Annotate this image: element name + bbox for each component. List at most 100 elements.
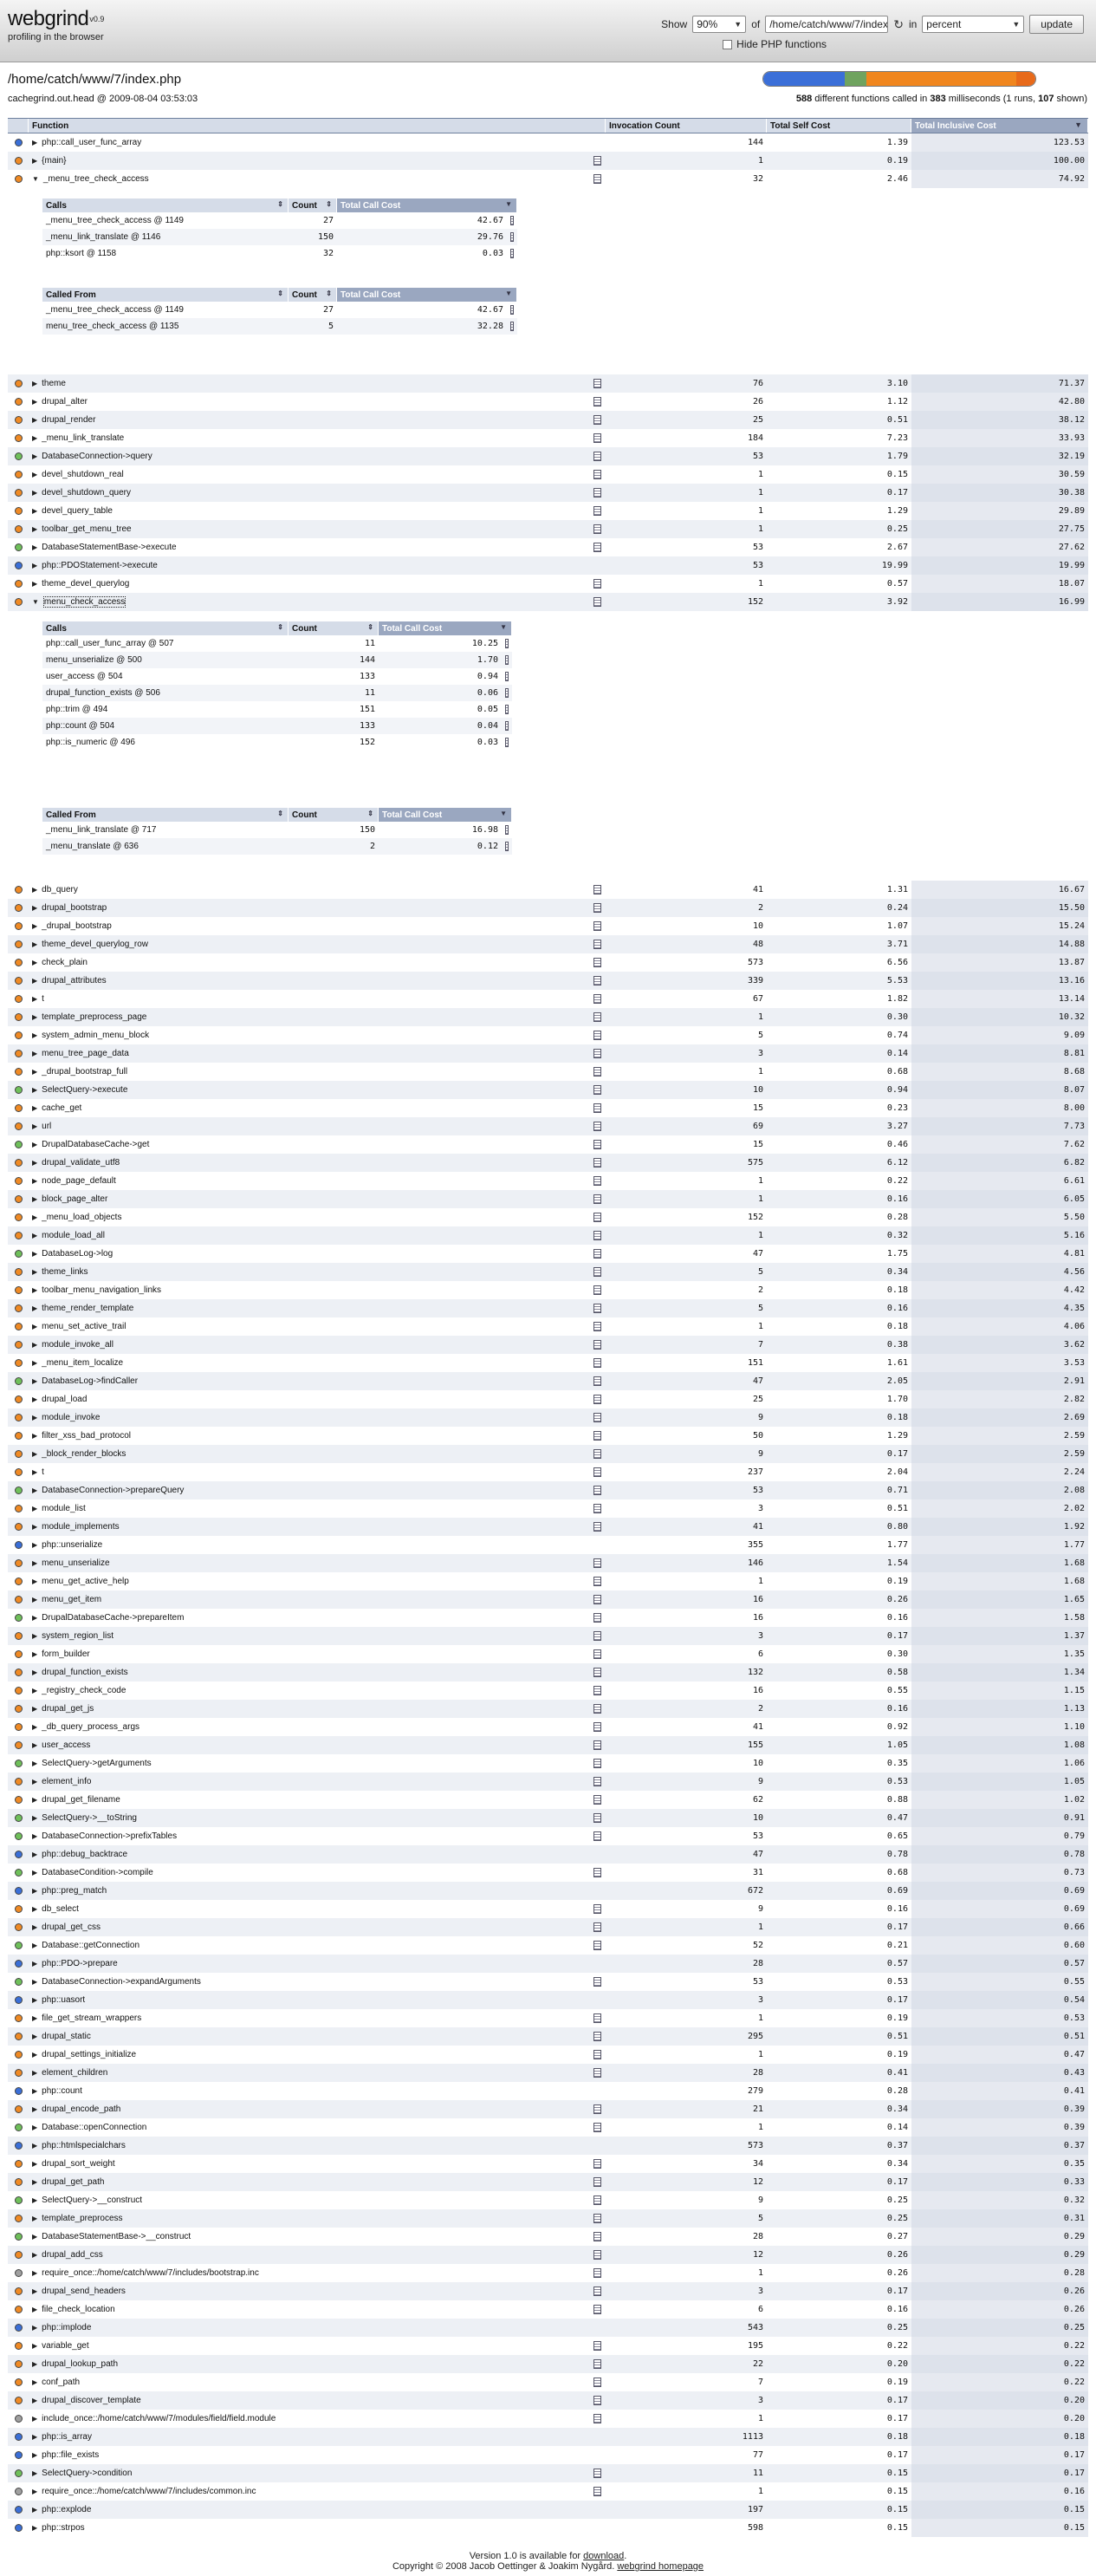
collapsed-triangle-icon[interactable]: ▶ (32, 940, 37, 948)
open-file-icon[interactable] (593, 2268, 601, 2278)
collapsed-triangle-icon[interactable]: ▶ (32, 1195, 37, 1203)
open-file-icon[interactable] (593, 1031, 601, 1040)
open-file-icon[interactable] (593, 1267, 601, 1277)
function-cell[interactable]: ▶ menu_unserialize (29, 1554, 606, 1572)
collapsed-triangle-icon[interactable]: ▶ (32, 2488, 37, 2495)
table-row[interactable]: ▶ system_admin_menu_block 5 0.74 9.09 (8, 1026, 1088, 1044)
call-site-name[interactable]: _menu_translate @ 636 (42, 838, 289, 855)
collapsed-triangle-icon[interactable]: ▶ (32, 1122, 37, 1130)
subtable-column-header[interactable]: Total Call Cost ▼ (379, 621, 512, 635)
open-file-icon[interactable] (593, 2487, 601, 2496)
collapsed-triangle-icon[interactable]: ▶ (32, 1796, 37, 1804)
open-file-icon[interactable] (593, 1813, 601, 1823)
collapsed-triangle-icon[interactable]: ▶ (32, 1960, 37, 1968)
table-row[interactable]: ▶ _block_render_blocks 9 0.17 2.59 (8, 1445, 1088, 1463)
subtable-row[interactable]: user_access @ 504 133 0.94 (42, 668, 512, 685)
call-site-name[interactable]: user_access @ 504 (42, 668, 289, 685)
collapsed-triangle-icon[interactable]: ▶ (32, 2087, 37, 2095)
function-cell[interactable]: ▶ drupal_get_path (29, 2173, 606, 2191)
open-file-icon[interactable] (593, 1176, 601, 1186)
table-row[interactable]: ▶ drupal_load 25 1.70 2.82 (8, 1390, 1088, 1408)
open-file-icon[interactable] (593, 921, 601, 931)
open-file-icon[interactable] (505, 738, 509, 747)
collapsed-triangle-icon[interactable]: ▶ (32, 398, 37, 406)
function-cell[interactable]: ▶ menu_set_active_trail (29, 1317, 606, 1336)
function-cell[interactable]: ▶ system_region_list (29, 1627, 606, 1645)
function-cell[interactable]: ▶ DatabaseConnection->prefixTables (29, 1827, 606, 1845)
table-row[interactable]: ▶ DatabaseLog->log 47 1.75 4.81 (8, 1245, 1088, 1263)
subtable-row[interactable]: menu_tree_check_access @ 1135 5 32.28 (42, 318, 517, 335)
hide-php-checkbox[interactable] (723, 39, 733, 49)
collapsed-triangle-icon[interactable]: ▶ (32, 139, 37, 146)
function-cell[interactable]: ▶ db_select (29, 1900, 606, 1918)
table-row[interactable]: ▶ element_info 9 0.53 1.05 (8, 1773, 1088, 1791)
table-row[interactable]: ▶ SelectQuery->getArguments 10 0.35 1.06 (8, 1754, 1088, 1773)
open-file-icon[interactable] (593, 156, 601, 166)
function-cell[interactable]: ▶ DatabaseLog->findCaller (29, 1372, 606, 1390)
function-cell[interactable]: ▶ theme_devel_querylog_row (29, 935, 606, 953)
subtable-row[interactable]: php::is_numeric @ 496 152 0.03 (42, 734, 512, 751)
collapsed-triangle-icon[interactable]: ▶ (32, 1541, 37, 1549)
subtable-column-header[interactable]: Count ⇕ (289, 808, 379, 822)
function-cell[interactable]: ▶ SelectQuery->getArguments (29, 1754, 606, 1773)
collapsed-triangle-icon[interactable]: ▶ (32, 1286, 37, 1294)
open-file-icon[interactable] (593, 1413, 601, 1422)
update-button[interactable]: update (1029, 15, 1084, 34)
subtable-row[interactable]: _menu_link_translate @ 717 150 16.98 (42, 822, 512, 838)
self-cost-column-header[interactable]: Total Self Cost (767, 119, 911, 133)
function-cell[interactable]: ▶ drupal_bootstrap (29, 899, 606, 917)
collapsed-triangle-icon[interactable]: ▶ (32, 1577, 37, 1585)
table-row[interactable]: ▶ php::unserialize 355 1.77 1.77 (8, 1536, 1088, 1554)
table-row[interactable]: ▶ Database::getConnection 52 0.21 0.60 (8, 1936, 1088, 1955)
function-cell[interactable]: ▶ DatabaseConnection->prepareQuery (29, 1481, 606, 1499)
table-row[interactable]: ▶ menu_set_active_trail 1 0.18 4.06 (8, 1317, 1088, 1336)
open-file-icon[interactable] (593, 1740, 601, 1750)
open-file-icon[interactable] (505, 825, 509, 835)
table-row[interactable]: ▶ file_get_stream_wrappers 1 0.19 0.53 (8, 2009, 1088, 2027)
open-file-icon[interactable] (510, 216, 514, 225)
collapsed-triangle-icon[interactable]: ▶ (32, 434, 37, 442)
table-row[interactable]: ▶ menu_get_active_help 1 0.19 1.68 (8, 1572, 1088, 1590)
table-row[interactable]: ▶ drupal_discover_template 3 0.17 0.20 (8, 2391, 1088, 2410)
function-cell[interactable]: ▶ menu_get_active_help (29, 1572, 606, 1590)
open-file-icon[interactable] (593, 397, 601, 407)
open-file-icon[interactable] (593, 1012, 601, 1022)
open-file-icon[interactable] (593, 1049, 601, 1058)
table-row[interactable]: ▶ drupal_encode_path 21 0.34 0.39 (8, 2100, 1088, 2118)
function-cell[interactable]: ▶ _drupal_bootstrap (29, 917, 606, 935)
function-cell[interactable]: ▶ drupal_discover_template (29, 2391, 606, 2410)
collapsed-triangle-icon[interactable]: ▶ (32, 1050, 37, 1057)
function-cell[interactable]: ▶ drupal_attributes (29, 972, 606, 990)
table-row[interactable]: ▶ element_children 28 0.41 0.43 (8, 2064, 1088, 2082)
table-row[interactable]: ▶ php::preg_match 672 0.69 0.69 (8, 1882, 1088, 1900)
open-file-icon-cell[interactable] (507, 229, 517, 245)
function-cell[interactable]: ▶ php::htmlspecialchars (29, 2137, 606, 2155)
collapsed-triangle-icon[interactable]: ▶ (32, 1141, 37, 1148)
collapsed-triangle-icon[interactable]: ▶ (32, 2215, 37, 2222)
open-file-icon[interactable] (593, 1449, 601, 1459)
collapsed-triangle-icon[interactable]: ▶ (32, 1232, 37, 1239)
collapsed-triangle-icon[interactable]: ▶ (32, 1723, 37, 1731)
collapsed-triangle-icon[interactable]: ▶ (32, 977, 37, 985)
collapsed-triangle-icon[interactable]: ▶ (32, 1031, 37, 1039)
function-cell[interactable]: ▶ check_plain (29, 953, 606, 972)
table-row[interactable]: ▶ t 67 1.82 13.14 (8, 990, 1088, 1008)
subtable-column-header[interactable]: Count ⇕ (289, 288, 337, 302)
collapsed-triangle-icon[interactable]: ▶ (32, 2324, 37, 2332)
open-file-icon[interactable] (593, 2232, 601, 2241)
collapsed-triangle-icon[interactable]: ▶ (32, 2415, 37, 2423)
collapsed-triangle-icon[interactable]: ▶ (32, 1268, 37, 1276)
collapsed-triangle-icon[interactable]: ▶ (32, 1323, 37, 1330)
open-file-icon[interactable] (593, 1577, 601, 1586)
open-file-icon[interactable] (593, 597, 601, 607)
function-cell[interactable]: ▶ _menu_link_translate (29, 429, 606, 447)
collapsed-triangle-icon[interactable]: ▶ (32, 2196, 37, 2204)
collapsed-triangle-icon[interactable]: ▶ (32, 580, 37, 588)
function-cell[interactable]: ▶ menu_tree_page_data (29, 1044, 606, 1063)
subtable-row[interactable]: menu_unserialize @ 500 144 1.70 (42, 652, 512, 668)
collapsed-triangle-icon[interactable]: ▶ (32, 1614, 37, 1622)
collapsed-triangle-icon[interactable]: ▶ (32, 1450, 37, 1458)
function-cell[interactable]: ▶ drupal_send_headers (29, 2282, 606, 2300)
table-row[interactable]: ▼ _menu_tree_check_access 32 2.46 74.92 (8, 170, 1088, 188)
table-row[interactable]: ▶ php::strpos 598 0.15 0.15 (8, 2519, 1088, 2537)
